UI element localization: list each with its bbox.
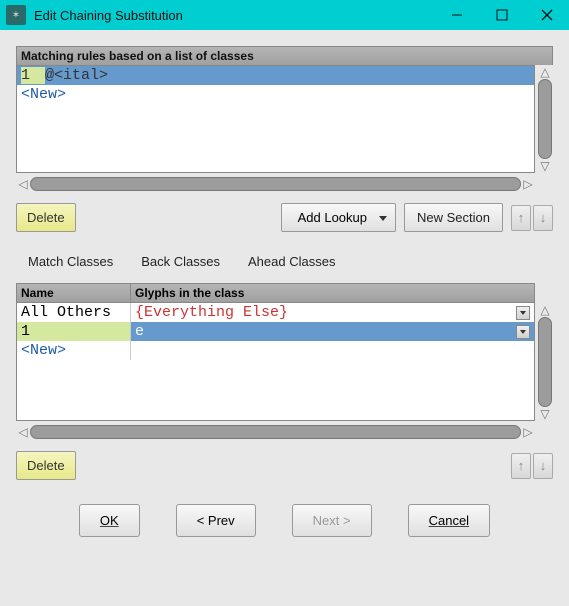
tab-ahead-classes[interactable]: Ahead Classes: [248, 254, 335, 269]
table-row[interactable]: 1e: [17, 322, 534, 341]
window-title: Edit Chaining Substitution: [32, 8, 434, 23]
close-button[interactable]: [524, 0, 569, 30]
class-move-down-button[interactable]: ↓: [533, 453, 553, 479]
class-table[interactable]: All Others{Everything Else}1e<New>: [16, 303, 535, 421]
move-up-button[interactable]: ↑: [511, 205, 531, 231]
rules-horizontal-scrollbar[interactable]: ◁▷: [16, 175, 535, 193]
table-horizontal-scrollbar[interactable]: ◁▷: [16, 423, 535, 441]
add-lookup-dropdown[interactable]: Add Lookup: [281, 203, 396, 232]
table-row[interactable]: All Others{Everything Else}: [17, 303, 534, 322]
ok-button[interactable]: OK: [79, 504, 140, 537]
move-down-button[interactable]: ↓: [533, 205, 553, 231]
rules-row[interactable]: 1 @<ital>: [17, 66, 534, 85]
rules-list[interactable]: 1 @<ital><New>: [16, 65, 535, 173]
app-icon: ✶: [6, 5, 26, 25]
titlebar: ✶ Edit Chaining Substitution: [0, 0, 569, 30]
new-section-button[interactable]: New Section: [404, 203, 503, 232]
table-vertical-scrollbar[interactable]: △▽: [537, 303, 553, 421]
maximize-button[interactable]: [479, 0, 524, 30]
class-tabs: Match Classes Back Classes Ahead Classes: [28, 254, 553, 269]
dialog-buttons: OK < Prev Next > Cancel: [16, 504, 553, 537]
rules-vertical-scrollbar[interactable]: △▽: [537, 65, 553, 173]
next-button: Next >: [292, 504, 372, 537]
col-glyphs-header: Glyphs in the class: [131, 284, 534, 302]
cancel-button[interactable]: Cancel: [408, 504, 490, 537]
glyph-dropdown-icon[interactable]: [516, 306, 530, 320]
delete-class-button[interactable]: Delete: [16, 451, 76, 480]
minimize-button[interactable]: [434, 0, 479, 30]
class-table-header: Name Glyphs in the class: [16, 283, 535, 303]
prev-button[interactable]: < Prev: [176, 504, 256, 537]
tab-back-classes[interactable]: Back Classes: [141, 254, 220, 269]
class-move-up-button[interactable]: ↑: [511, 453, 531, 479]
table-row[interactable]: <New>: [17, 341, 534, 360]
col-name-header: Name: [17, 284, 131, 302]
delete-rule-button[interactable]: Delete: [16, 203, 76, 232]
rules-header: Matching rules based on a list of classe…: [16, 46, 553, 65]
rules-row[interactable]: <New>: [17, 85, 534, 104]
tab-match-classes[interactable]: Match Classes: [28, 254, 113, 269]
glyph-dropdown-icon[interactable]: [516, 325, 530, 339]
add-lookup-label: Add Lookup: [298, 210, 367, 225]
